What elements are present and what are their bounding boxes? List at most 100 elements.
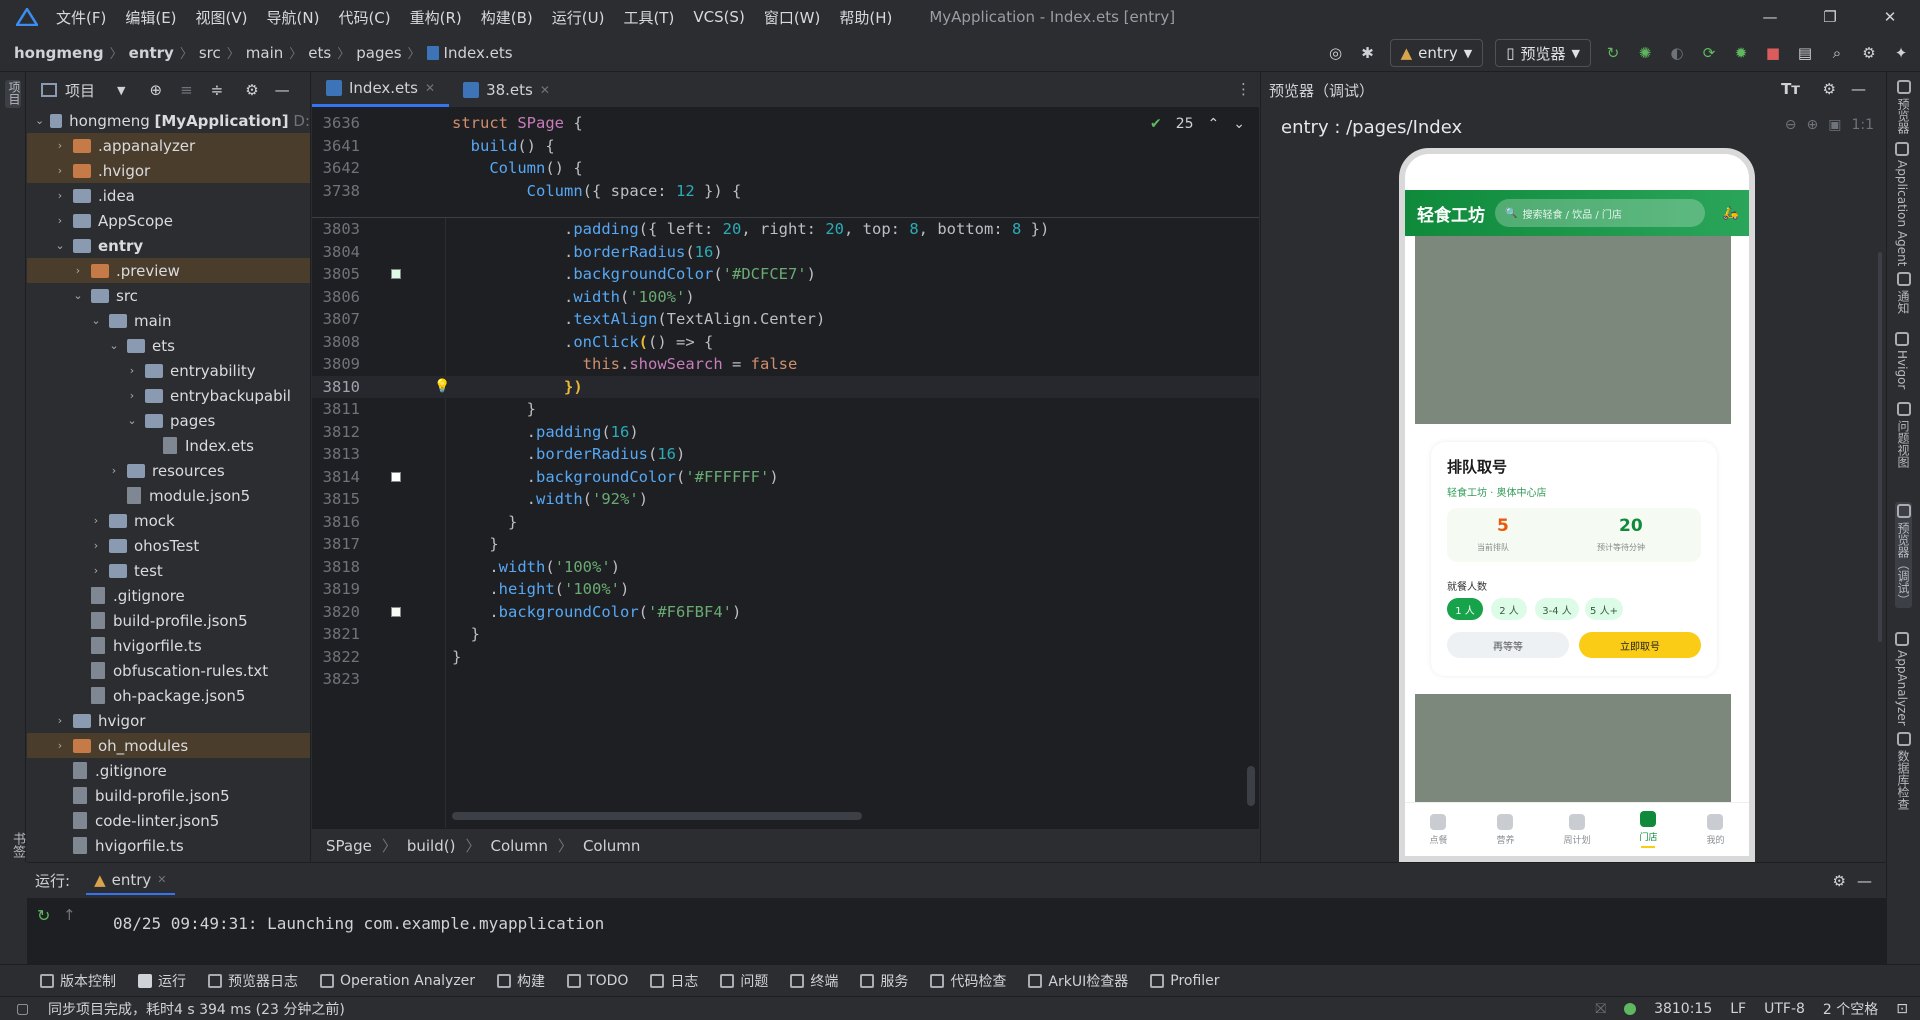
tree-item[interactable]: › .preview [27,258,310,283]
menu-item[interactable]: 窗口(W) [764,7,821,28]
menu-item[interactable]: 编辑(E) [125,7,176,28]
zoom-in-icon[interactable]: ⊕ [1807,117,1819,133]
gear-icon[interactable]: ⚙ [245,81,258,99]
menu-item[interactable]: 帮助(H) [839,7,892,28]
tree-item[interactable]: ⌄ entry [27,233,310,258]
health-icon[interactable] [1624,1002,1637,1015]
target-icon[interactable]: ◎ [1325,42,1347,64]
take-number-button[interactable]: 立即取号 [1579,632,1701,658]
maximize-button[interactable]: ❐ [1800,0,1860,34]
right-stripe-button[interactable]: AppAnalyzer [1895,632,1909,726]
party-size-chip[interactable]: 5 人+ [1585,598,1623,620]
file-encoding[interactable]: UTF-8 [1764,1001,1805,1017]
tree-item[interactable]: › entrybackupabil [27,383,310,408]
lock-icon[interactable]: ⊡ [1896,1001,1908,1017]
tree-item[interactable]: .gitignore [27,583,310,608]
tool-window-button[interactable]: Profiler [1150,973,1220,989]
fit-icon[interactable]: ▣ [1828,117,1841,133]
tree-item[interactable]: oh-package.json5 [27,683,310,708]
line-separator[interactable]: LF [1730,1001,1746,1017]
locate-icon[interactable]: ⊕ [149,81,162,99]
tree-item[interactable]: obfuscation-rules.txt [27,658,310,683]
tool-window-button[interactable]: 问题 [720,971,768,991]
tree-item[interactable]: › ohosTest [27,533,310,558]
search-icon[interactable]: ⌕ [1826,42,1848,64]
bookmarks-stripe-label[interactable]: 书签 [8,832,27,858]
tree-item[interactable]: Index.ets [27,433,310,458]
attach-debugger-icon[interactable]: ✹ [1730,42,1752,64]
menu-item[interactable]: VCS(S) [693,8,744,26]
run-console[interactable]: ↻ ↑ 08/25 09:49:31: Launching com.exampl… [27,898,1886,964]
right-stripe-button[interactable]: 问题视图 [1895,402,1912,468]
debug-icon[interactable]: ✺ [1634,42,1656,64]
readonly-icon[interactable]: ⛝ [1595,1001,1606,1017]
zoom-out-icon[interactable]: ⊖ [1785,117,1797,133]
tree-item[interactable]: ⌄ main [27,308,310,333]
panel-toggle-icon[interactable]: ▢ [16,1001,29,1017]
tree-item[interactable]: hvigorfile.ts [27,633,310,658]
gear-icon[interactable]: ⚙ [1823,80,1836,98]
tree-item[interactable]: › oh_modules [27,733,310,758]
app-nav-item[interactable]: 周计划 [1563,813,1591,846]
assistant-icon[interactable]: ✦ [1890,42,1912,64]
right-stripe-button[interactable]: Hvigor [1895,332,1909,389]
profile-icon[interactable]: ◐ [1666,42,1688,64]
chevron-down-icon[interactable]: ▼ [117,84,125,97]
code-breadcrumb-item[interactable]: Column [583,837,640,855]
breadcrumb-item[interactable]: main [246,44,283,62]
party-size-chip[interactable]: 2 人 [1491,598,1527,620]
vertical-scrollbar[interactable] [1247,766,1255,806]
code-breadcrumb-item[interactable]: build() [407,837,456,855]
lightbulb-icon[interactable]: 💡 [434,379,450,394]
collapse-all-icon[interactable]: ≡ [180,81,193,99]
tree-item[interactable]: build-profile.json5 [27,608,310,633]
tree-item[interactable]: › mock [27,508,310,533]
tool-window-button[interactable]: 运行 [138,971,186,991]
app-nav-item[interactable]: 门店 [1639,811,1658,848]
party-size-chip[interactable]: 1 人 [1447,598,1483,620]
tree-item[interactable]: › AppScope [27,208,310,233]
tree-item[interactable]: › .hvigor [27,158,310,183]
close-tab-icon[interactable]: ✕ [425,81,435,95]
tree-item[interactable]: ⌄ pages [27,408,310,433]
app-nav-item[interactable]: 点餐 [1429,813,1448,846]
breadcrumb-item[interactable]: pages [356,44,401,62]
tool-window-button[interactable]: 构建 [497,971,545,991]
tree-item[interactable]: ⌄ ets [27,333,310,358]
hide-panel-icon[interactable]: — [1851,80,1866,98]
menu-item[interactable]: 文件(F) [56,7,106,28]
hide-panel-icon[interactable]: — [1857,872,1872,890]
tree-item[interactable]: code-linter.json5 [27,808,310,833]
run-tab[interactable]: ▲ entry ✕ [86,867,175,895]
wait-button[interactable]: 再等等 [1447,632,1569,658]
actual-size-icon[interactable]: 1:1 [1851,117,1874,133]
tree-item[interactable]: .gitignore [27,758,310,783]
inspection-widget[interactable]: ✔ 25 ⌃ ⌄ [1150,116,1245,132]
device-select[interactable]: ▯ 预览器 ▼ [1495,39,1591,67]
menu-item[interactable]: 代码(C) [338,7,390,28]
menu-item[interactable]: 视图(V) [196,7,248,28]
menu-item[interactable]: 导航(N) [267,7,320,28]
tree-item[interactable]: › .appanalyzer [27,133,310,158]
app-nav-item[interactable]: 营养 [1496,813,1515,846]
stop-icon[interactable]: ■ [1762,42,1784,64]
close-tab-icon[interactable]: ✕ [540,83,550,97]
up-arrow-icon[interactable]: ↑ [63,906,76,924]
rerun-icon[interactable]: ↻ [1602,42,1624,64]
party-size-chip[interactable]: 3-4 人 [1535,598,1579,620]
app-nav-item[interactable]: 我的 [1706,813,1725,846]
tree-item[interactable]: build-profile.json5 [27,783,310,808]
right-stripe-button[interactable]: Application Agent [1895,142,1909,266]
tool-window-button[interactable]: ArkUI检查器 [1028,971,1128,991]
expand-all-icon[interactable]: ≑ [211,81,224,99]
breadcrumb-item[interactable]: hongmeng [14,44,104,62]
menu-item[interactable]: 运行(U) [552,7,605,28]
tool-window-button[interactable]: 日志 [650,971,698,991]
reload-icon[interactable]: ⟳ [1698,42,1720,64]
breadcrumb-item[interactable]: entry [129,44,174,62]
editor-tab[interactable]: 38.ets ✕ [449,72,564,107]
tree-item[interactable]: › hvigor [27,708,310,733]
right-stripe-button[interactable]: 通知 [1895,272,1912,314]
rerun-icon[interactable]: ↻ [37,906,50,925]
tree-item[interactable]: hvigorfile.ts [27,833,310,858]
